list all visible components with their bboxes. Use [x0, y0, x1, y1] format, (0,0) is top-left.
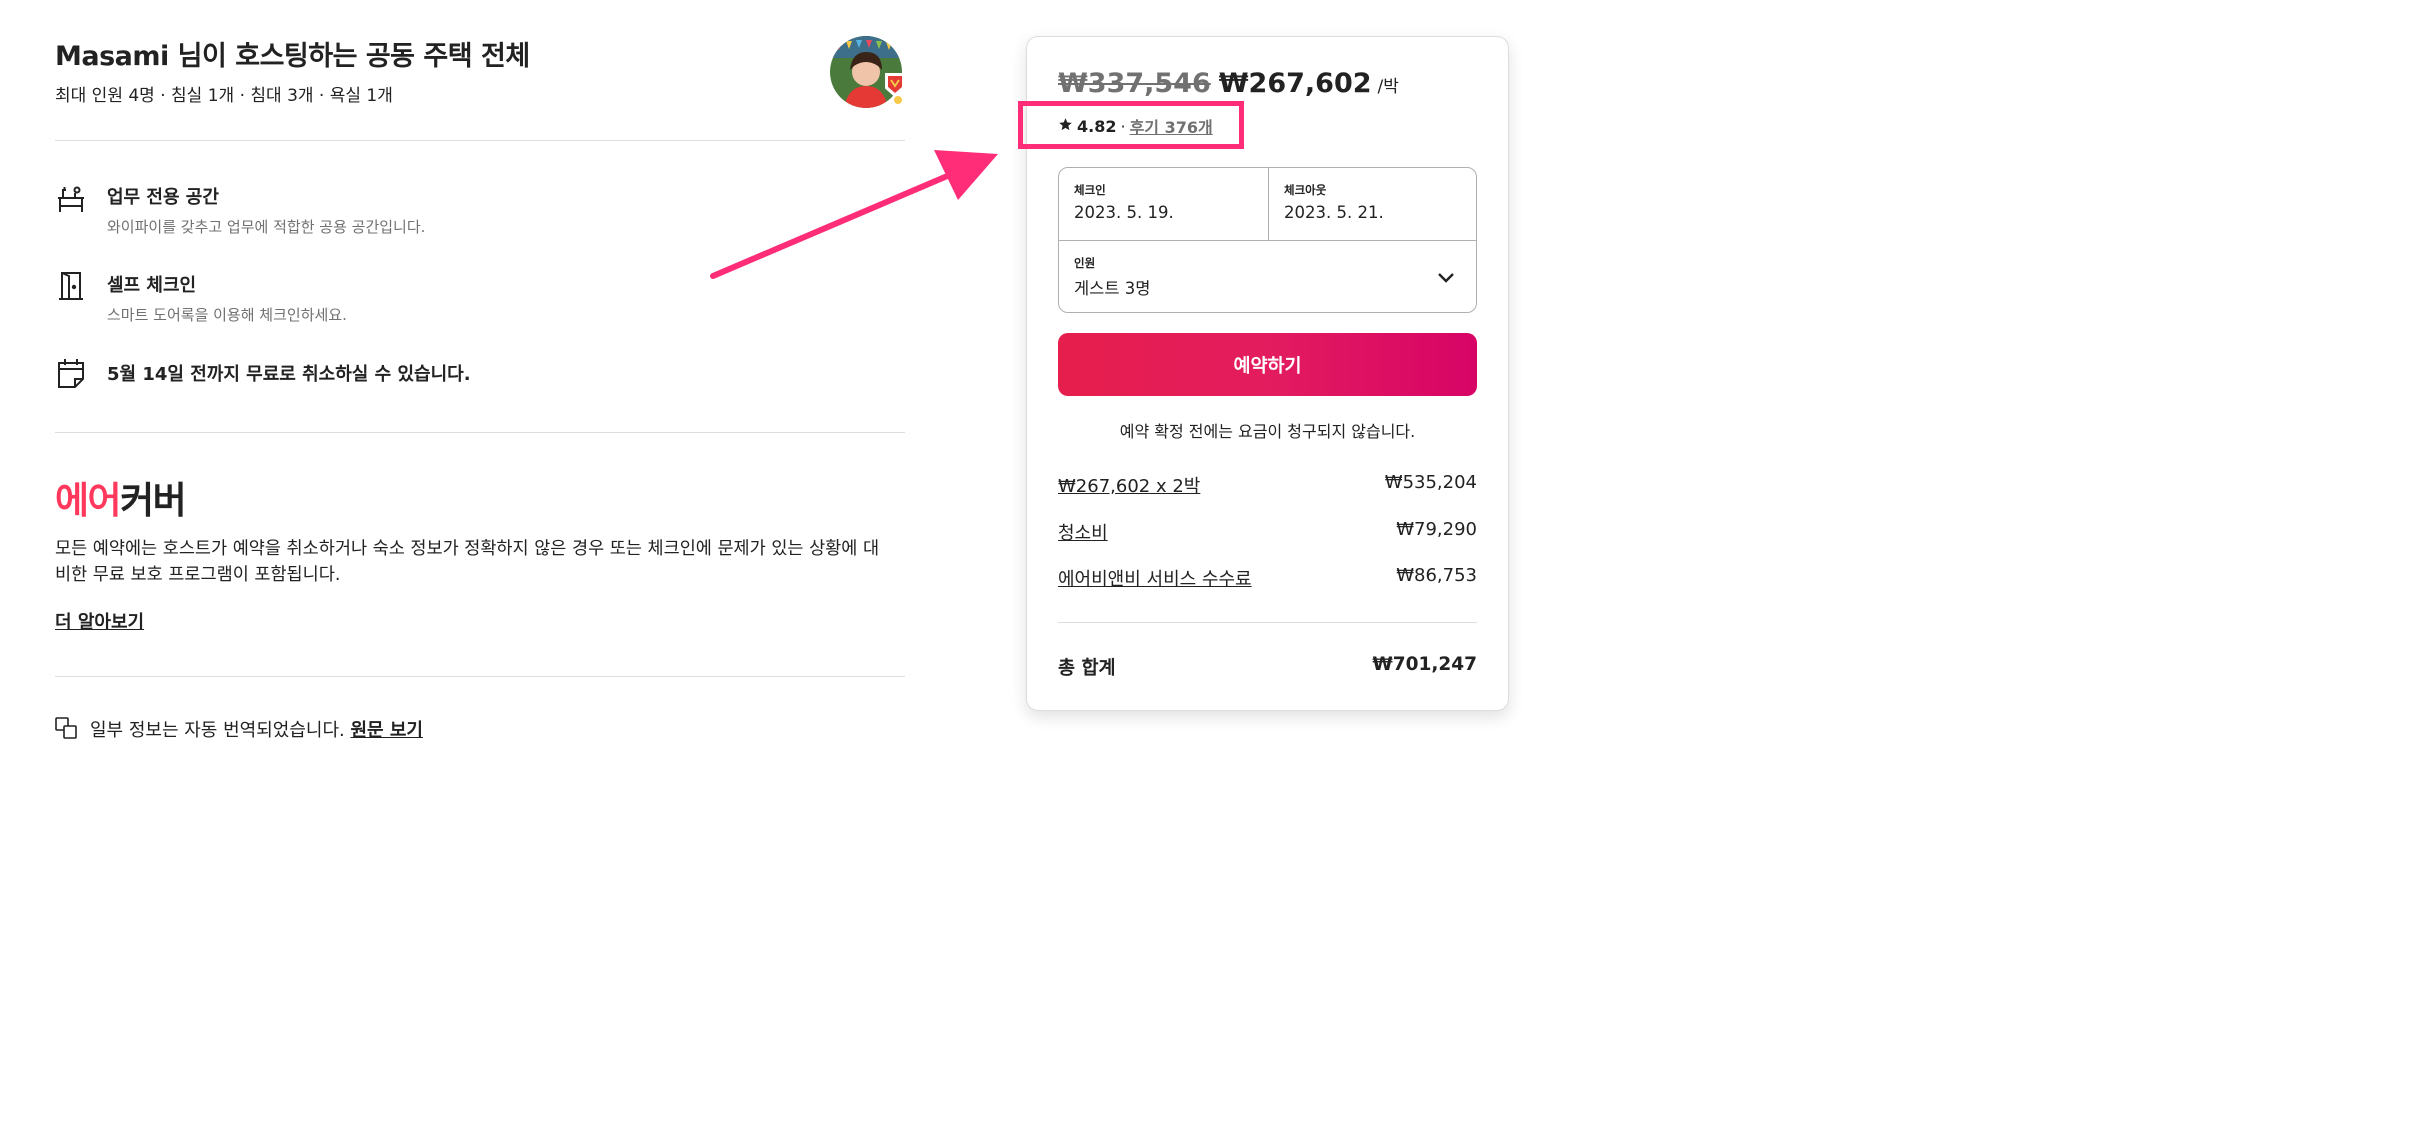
- aircover-logo-black: 커버: [120, 479, 187, 522]
- feature-title: 5월 14일 전까지 무료로 취소하실 수 있습니다.: [107, 364, 471, 385]
- view-original-link[interactable]: 원문 보기: [350, 720, 423, 741]
- checkin-label: 체크인: [1074, 183, 1106, 197]
- booking-fields: 체크인 2023. 5. 19. 체크아웃 2023. 5. 21. 인원 게스…: [1058, 167, 1477, 313]
- total-amount: ₩701,247: [1372, 654, 1477, 675]
- aircover-logo: 에어커버: [55, 470, 187, 524]
- desk-icon: [55, 184, 87, 216]
- feature-title: 업무 전용 공간: [107, 187, 219, 208]
- reserve-button[interactable]: 예약하기: [1058, 333, 1477, 396]
- listing-subtitle: 최대 인원 4명 · 침실 1개 · 침대 3개 · 욕실 1개: [55, 86, 393, 106]
- listing-title: Masami 님이 호스팅하는 공동 주택 전체: [55, 41, 530, 72]
- line-item-label[interactable]: 에어비앤비 서비스 수수료: [1058, 565, 1252, 591]
- guests-dropdown[interactable]: 인원 게스트 3명: [1059, 241, 1476, 312]
- feature-title: 셀프 체크인: [107, 275, 197, 296]
- original-price: ₩337,546: [1058, 68, 1211, 99]
- feature-desc: 스마트 도어록을 이용해 체크인하세요.: [107, 306, 347, 324]
- total-label: 총 합계: [1058, 658, 1116, 679]
- price-row: ₩337,546 ₩267,602/박: [1058, 68, 1399, 99]
- learn-more-link[interactable]: 더 알아보기: [55, 608, 144, 634]
- translation-notice: 일부 정보는 자동 번역되었습니다. 원문 보기: [90, 716, 423, 742]
- divider: [55, 676, 905, 677]
- per-night-label: /박: [1377, 77, 1399, 97]
- superhost-badge-icon: [884, 72, 906, 106]
- chevron-down-icon: [1435, 267, 1457, 289]
- nightly-price: ₩267,602: [1218, 68, 1372, 99]
- door-icon: [55, 270, 87, 302]
- guests-value: 게스트 3명: [1074, 279, 1151, 298]
- price-line-item: ₩267,602 x 2박 ₩535,204: [1058, 472, 1477, 498]
- checkout-field[interactable]: 체크아웃 2023. 5. 21.: [1269, 168, 1476, 240]
- guests-label: 인원: [1074, 256, 1096, 270]
- aircover-description: 모든 예약에는 호스트가 예약을 취소하거나 숙소 정보가 정확하지 않은 경우…: [55, 539, 880, 585]
- aircover-logo-red: 에어: [55, 479, 122, 522]
- line-item-amount: ₩86,753: [1396, 565, 1477, 586]
- checkout-value: 2023. 5. 21.: [1284, 203, 1384, 222]
- total-row: 총 합계 ₩701,247: [1058, 654, 1477, 680]
- checkout-label: 체크아웃: [1284, 183, 1327, 197]
- line-item-amount: ₩535,204: [1384, 472, 1477, 493]
- translate-icon: [55, 717, 77, 739]
- line-item-amount: ₩79,290: [1396, 519, 1477, 540]
- divider: [55, 140, 905, 141]
- total-divider: [1058, 622, 1477, 623]
- divider: [55, 432, 905, 433]
- highlight-box: [1018, 101, 1244, 149]
- line-item-label[interactable]: 청소비: [1058, 519, 1108, 545]
- price-line-item: 청소비 ₩79,290: [1058, 519, 1477, 545]
- no-charge-notice: 예약 확정 전에는 요금이 청구되지 않습니다.: [1119, 422, 1416, 441]
- line-item-label[interactable]: ₩267,602 x 2박: [1058, 472, 1200, 498]
- checkin-value: 2023. 5. 19.: [1074, 203, 1174, 222]
- calendar-icon: [55, 357, 87, 389]
- translation-text: 일부 정보는 자동 번역되었습니다.: [90, 720, 345, 741]
- checkin-field[interactable]: 체크인 2023. 5. 19.: [1059, 168, 1268, 240]
- price-line-item: 에어비앤비 서비스 수수료 ₩86,753: [1058, 565, 1477, 591]
- feature-desc: 와이파이를 갖추고 업무에 적합한 공용 공간입니다.: [107, 218, 426, 236]
